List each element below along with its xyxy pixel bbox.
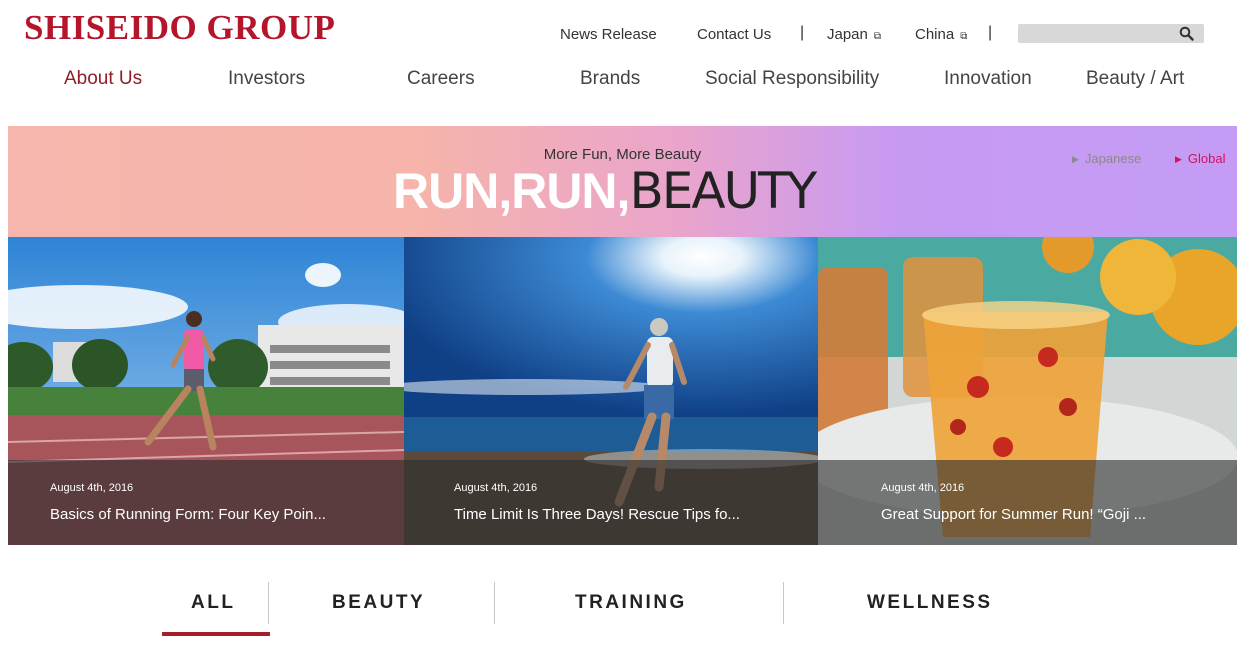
divider: | [988,24,993,41]
china-label: China [915,26,955,43]
nav-careers[interactable]: Careers [407,68,475,90]
banner-title-light: BEAUTY [629,162,817,220]
tab-beauty[interactable]: BEAUTY [332,592,425,614]
tab-divider [494,582,495,624]
banner-tagline: More Fun, More Beauty [543,146,702,163]
article-card[interactable]: August 4th, 2016 Great Support for Summe… [818,237,1237,545]
external-window-icon: ⧉ [960,31,968,42]
triangle-right-icon: ▶ [1175,154,1182,164]
card-date: August 4th, 2016 [454,482,538,494]
tab-wellness[interactable]: WELLNESS [867,592,993,614]
card-caption: August 4th, 2016 Basics of Running Form:… [8,460,404,545]
shiseido-group-logo[interactable]: SHISEIDO GROUP [24,8,335,48]
article-card[interactable]: August 4th, 2016 Basics of Running Form:… [8,237,404,545]
japan-label: Japan [827,26,868,43]
article-card[interactable]: August 4th, 2016 Time Limit Is Three Day… [404,237,818,545]
language-global-link[interactable]: ▶ Global [1175,151,1226,166]
hero-banner: More Fun, More Beauty RUN,RUN,BEAUTY ▶ Ja… [8,126,1237,237]
divider: | [800,24,805,41]
search-icon[interactable] [1179,26,1194,41]
card-title[interactable]: Great Support for Summer Run! “Goji ... [881,506,1146,523]
contact-us-link[interactable]: Contact Us [697,26,771,43]
nav-investors[interactable]: Investors [228,68,305,90]
card-title[interactable]: Time Limit Is Three Days! Rescue Tips fo… [454,506,740,523]
active-tab-underline [162,632,270,636]
search-input[interactable] [1018,24,1204,43]
card-caption: August 4th, 2016 Time Limit Is Three Day… [404,460,818,545]
language-japanese-link[interactable]: ▶ Japanese [1072,151,1141,166]
japan-link[interactable]: Japan ⧉ [827,26,881,43]
nav-social-responsibility[interactable]: Social Responsibility [705,68,879,90]
language-global-label: Global [1187,151,1226,166]
card-caption: August 4th, 2016 Great Support for Summe… [818,460,1237,545]
nav-about-us[interactable]: About Us [64,68,142,90]
tab-divider [783,582,784,624]
china-link[interactable]: China ⧉ [915,26,967,43]
card-title[interactable]: Basics of Running Form: Four Key Poin... [50,506,326,523]
news-release-link[interactable]: News Release [560,26,657,43]
banner-title-bold: RUN,RUN, [393,163,630,219]
banner-title: RUN,RUN,BEAUTY [393,163,817,219]
nav-brands[interactable]: Brands [580,68,640,90]
tab-divider [268,582,269,624]
card-date: August 4th, 2016 [881,482,965,494]
nav-beauty-art[interactable]: Beauty / Art [1086,68,1184,90]
card-date: August 4th, 2016 [50,482,134,494]
triangle-right-icon: ▶ [1072,154,1079,164]
external-window-icon: ⧉ [873,31,882,42]
nav-innovation[interactable]: Innovation [944,68,1032,90]
tab-all[interactable]: ALL [191,592,235,614]
language-japanese-label: Japanese [1084,151,1142,166]
tab-training[interactable]: TRAINING [575,592,687,614]
